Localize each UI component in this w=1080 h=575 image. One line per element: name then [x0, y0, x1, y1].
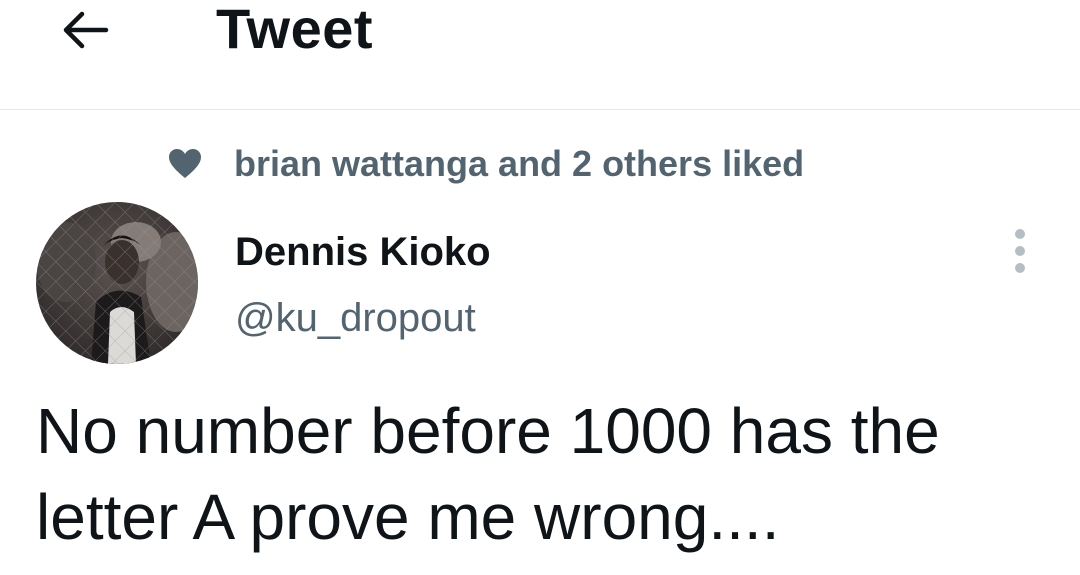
- avatar[interactable]: [36, 202, 198, 364]
- more-vertical-icon-dot: [1015, 263, 1025, 273]
- social-context-text: brian wattanga and 2 others liked: [234, 143, 805, 184]
- more-vertical-icon: [1015, 229, 1025, 239]
- tweet-text: No number before 1000 has the letter A p…: [36, 395, 940, 553]
- tweet-page: Tweet brian wattanga and 2 others liked: [0, 0, 1080, 575]
- more-options-button[interactable]: [1000, 226, 1040, 276]
- arrow-left-icon: [63, 11, 109, 49]
- heart-icon: [168, 147, 202, 181]
- back-button[interactable]: [52, 2, 116, 58]
- social-context[interactable]: brian wattanga and 2 others liked: [168, 142, 804, 186]
- more-vertical-icon-dot: [1015, 246, 1025, 256]
- author-name[interactable]: Dennis Kioko: [235, 228, 491, 276]
- top-app-bar: Tweet: [0, 0, 1080, 110]
- page-title: Tweet: [216, 0, 374, 60]
- author-handle[interactable]: @ku_dropout: [235, 294, 476, 342]
